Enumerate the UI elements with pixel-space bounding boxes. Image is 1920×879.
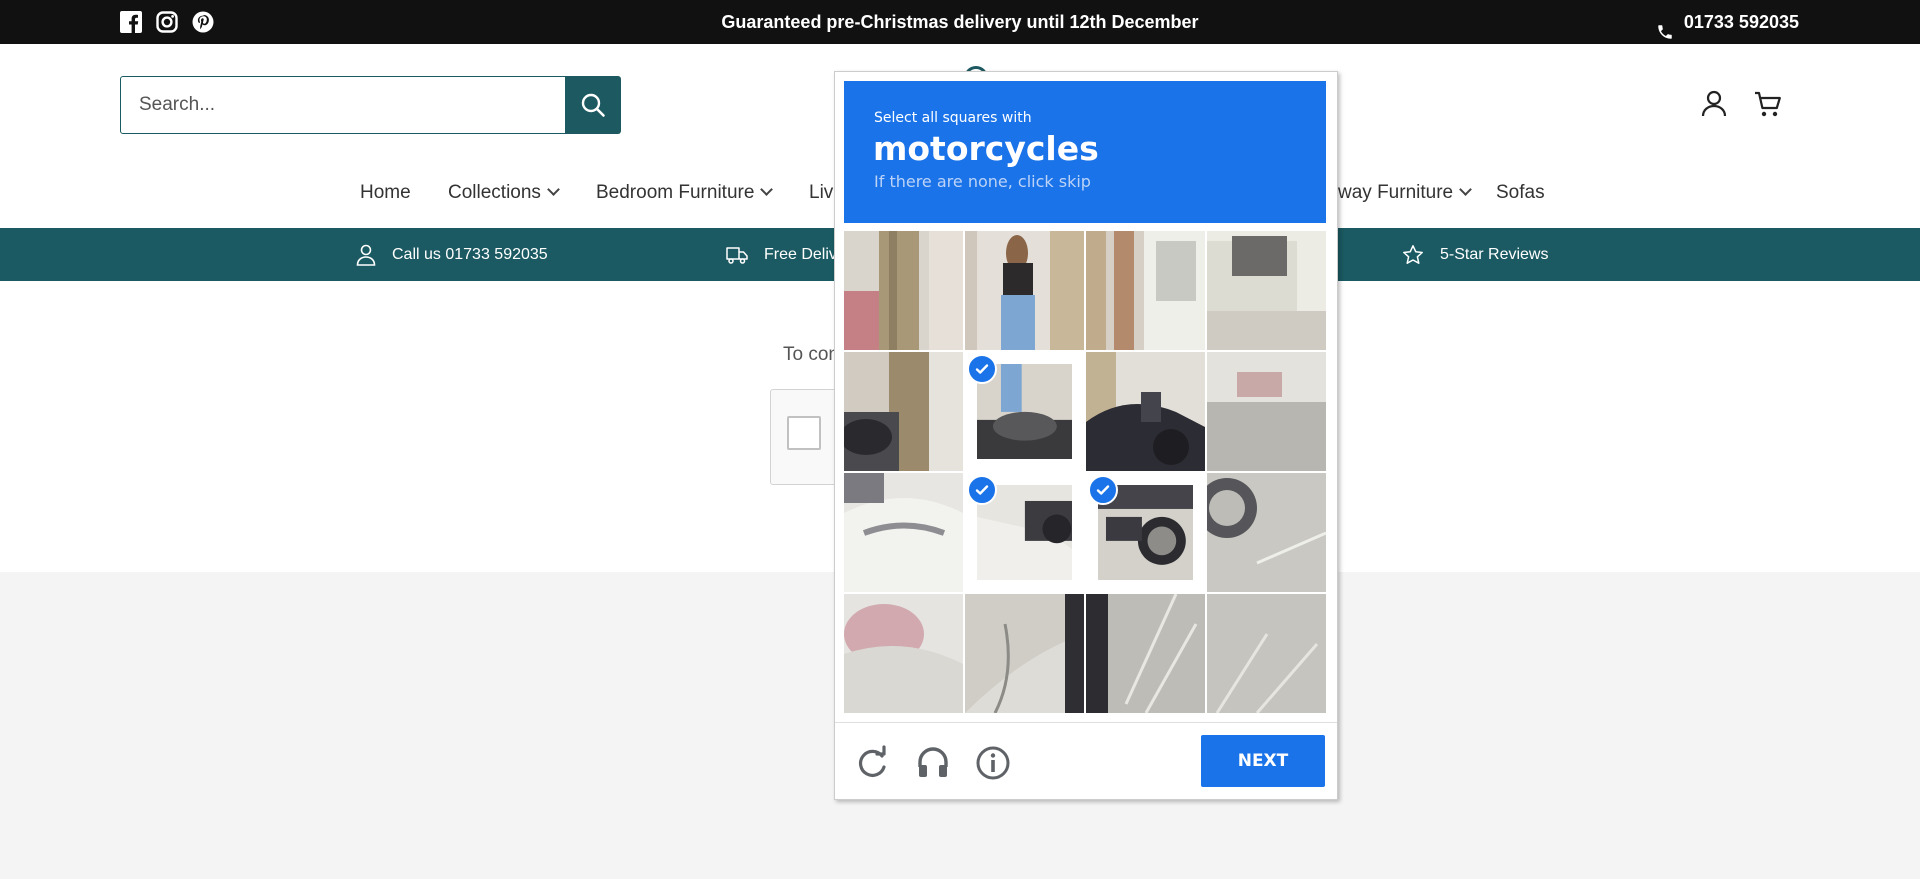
header-actions <box>1698 88 1784 120</box>
usp-item-delivery[interactable]: Free Delive <box>726 228 846 281</box>
search-form <box>120 75 621 134</box>
captcha-tile[interactable] <box>1086 352 1205 471</box>
truck-icon <box>726 246 748 264</box>
account-icon[interactable] <box>1698 88 1730 120</box>
nav-label: Home <box>360 182 411 203</box>
captcha-instruction: Select all squares with <box>874 110 1032 126</box>
recaptcha-checkbox[interactable] <box>787 416 821 450</box>
captcha-footer: NEXT <box>835 722 1337 800</box>
captcha-tile[interactable] <box>1207 594 1326 713</box>
checkmark-icon <box>967 354 997 384</box>
chevron-down-icon <box>760 183 774 196</box>
checkmark-icon <box>967 475 997 505</box>
nav-label: Liv <box>809 182 834 203</box>
nav-label: Sofas <box>1496 182 1545 203</box>
captcha-tile[interactable] <box>844 594 963 713</box>
nav-item-bedroom-furniture[interactable]: Bedroom Furniture <box>596 182 774 204</box>
captcha-tile[interactable] <box>965 231 1084 350</box>
captcha-tile[interactable] <box>1086 231 1205 350</box>
chevron-down-icon <box>547 183 560 196</box>
captcha-challenge: Select all squares with motorcycles If t… <box>834 71 1338 800</box>
captcha-header: Select all squares with motorcycles If t… <box>844 81 1326 223</box>
search-icon <box>580 92 606 118</box>
captcha-skip-hint: If there are none, click skip <box>874 172 1091 191</box>
nav-item-sofas[interactable]: Sofas <box>1496 182 1545 204</box>
nav-item-hallway-furniture[interactable]: way Furniture <box>1338 182 1472 204</box>
search-button[interactable] <box>564 75 621 134</box>
captcha-tile[interactable] <box>844 231 963 350</box>
topbar-phone[interactable]: 01733 592035 <box>1656 0 1799 44</box>
nav-label: Collections <box>448 182 541 203</box>
chevron-down-icon <box>1459 183 1472 196</box>
info-icon[interactable] <box>975 745 1011 781</box>
announcement-bar: Guaranteed pre-Christmas delivery until … <box>0 0 1920 44</box>
phone-icon <box>1656 13 1674 39</box>
next-button[interactable]: NEXT <box>1201 735 1325 787</box>
search-input[interactable] <box>121 77 565 133</box>
audio-icon[interactable] <box>915 745 951 781</box>
nav-item-living[interactable]: Liv <box>809 182 833 204</box>
captcha-tile[interactable] <box>844 352 963 471</box>
captcha-tile[interactable] <box>1207 352 1326 471</box>
usp-item-reviews[interactable]: 5-Star Reviews <box>1402 228 1548 281</box>
nav-label: way Furniture <box>1338 182 1454 203</box>
captcha-tile[interactable] <box>1086 594 1205 713</box>
usp-label: 5-Star Reviews <box>1440 245 1549 263</box>
captcha-tile[interactable] <box>1207 473 1326 592</box>
verification-message: To con <box>783 344 839 365</box>
nav-item-home[interactable]: Home <box>360 182 411 204</box>
captcha-tile-selected[interactable] <box>1086 473 1205 592</box>
captcha-tile[interactable] <box>1207 231 1326 350</box>
nav-item-collections[interactable]: Collections <box>448 182 560 204</box>
captcha-tile[interactable] <box>965 594 1084 713</box>
usp-item-call[interactable]: Call us 01733 592035 <box>356 228 548 281</box>
captcha-grid <box>844 231 1326 713</box>
topbar-phone-number: 01733 592035 <box>1683 12 1799 32</box>
reload-icon[interactable] <box>855 745 891 781</box>
usp-label: Call us 01733 592035 <box>392 245 548 263</box>
star-icon <box>1402 244 1424 266</box>
captcha-tile-selected[interactable] <box>965 352 1084 471</box>
checkmark-icon <box>1088 475 1118 505</box>
captcha-tile-selected[interactable] <box>965 473 1084 592</box>
nav-label: Bedroom Furniture <box>596 182 755 203</box>
user-icon <box>356 244 376 266</box>
cart-icon[interactable] <box>1752 88 1784 120</box>
captcha-tile[interactable] <box>844 473 963 592</box>
captcha-target: motorcycles <box>873 129 1099 168</box>
announcement-text: Guaranteed pre-Christmas delivery until … <box>721 12 1199 32</box>
